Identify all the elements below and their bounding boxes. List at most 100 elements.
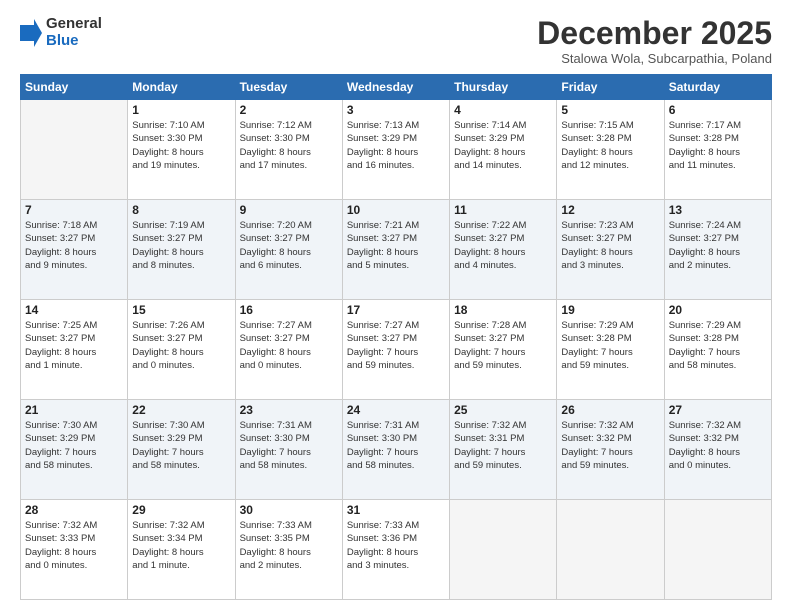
day-info: Sunrise: 7:27 AMSunset: 3:27 PMDaylight:… bbox=[240, 319, 338, 372]
calendar-cell: 23 Sunrise: 7:31 AMSunset: 3:30 PMDayligh… bbox=[235, 400, 342, 500]
day-info: Sunrise: 7:21 AMSunset: 3:27 PMDaylight:… bbox=[347, 219, 445, 272]
day-number: 17 bbox=[347, 303, 445, 317]
day-info: Sunrise: 7:10 AMSunset: 3:30 PMDaylight:… bbox=[132, 119, 230, 172]
day-number: 2 bbox=[240, 103, 338, 117]
calendar-cell: 17 Sunrise: 7:27 AMSunset: 3:27 PMDayligh… bbox=[342, 300, 449, 400]
day-info: Sunrise: 7:24 AMSunset: 3:27 PMDaylight:… bbox=[669, 219, 767, 272]
calendar-week-row-4: 28 Sunrise: 7:32 AMSunset: 3:33 PMDayligh… bbox=[21, 500, 772, 600]
location-subtitle: Stalowa Wola, Subcarpathia, Poland bbox=[537, 51, 772, 66]
calendar-cell: 27 Sunrise: 7:32 AMSunset: 3:32 PMDayligh… bbox=[664, 400, 771, 500]
calendar-week-row-2: 14Sunrise: 7:25 AMSunset: 3:27 PMDayligh… bbox=[21, 300, 772, 400]
calendar-cell: 18 Sunrise: 7:28 AMSunset: 3:27 PMDayligh… bbox=[450, 300, 557, 400]
day-info: Sunrise: 7:31 AMSunset: 3:30 PMDaylight:… bbox=[347, 419, 445, 472]
calendar-cell: 13 Sunrise: 7:24 AMSunset: 3:27 PMDayligh… bbox=[664, 200, 771, 300]
day-info: Sunrise: 7:32 AMSunset: 3:34 PMDaylight:… bbox=[132, 519, 230, 572]
day-info: Sunrise: 7:30 AMSunset: 3:29 PMDaylight:… bbox=[25, 419, 123, 472]
day-info: Sunrise: 7:32 AMSunset: 3:32 PMDaylight:… bbox=[561, 419, 659, 472]
calendar-cell bbox=[557, 500, 664, 600]
col-header-friday: Friday bbox=[557, 75, 664, 100]
calendar-cell: 5 Sunrise: 7:15 AMSunset: 3:28 PMDaylight… bbox=[557, 100, 664, 200]
day-info: Sunrise: 7:22 AMSunset: 3:27 PMDaylight:… bbox=[454, 219, 552, 272]
day-info: Sunrise: 7:23 AMSunset: 3:27 PMDaylight:… bbox=[561, 219, 659, 272]
day-info: Sunrise: 7:33 AMSunset: 3:36 PMDaylight:… bbox=[347, 519, 445, 572]
calendar-cell bbox=[21, 100, 128, 200]
page: General Blue December 2025 Stalowa Wola,… bbox=[0, 0, 792, 612]
day-info: Sunrise: 7:32 AMSunset: 3:32 PMDaylight:… bbox=[669, 419, 767, 472]
day-number: 5 bbox=[561, 103, 659, 117]
day-number: 16 bbox=[240, 303, 338, 317]
col-header-monday: Monday bbox=[128, 75, 235, 100]
day-info: Sunrise: 7:27 AMSunset: 3:27 PMDaylight:… bbox=[347, 319, 445, 372]
col-header-thursday: Thursday bbox=[450, 75, 557, 100]
calendar-cell: 22Sunrise: 7:30 AMSunset: 3:29 PMDayligh… bbox=[128, 400, 235, 500]
day-number: 1 bbox=[132, 103, 230, 117]
day-info: Sunrise: 7:20 AMSunset: 3:27 PMDaylight:… bbox=[240, 219, 338, 272]
calendar-cell bbox=[450, 500, 557, 600]
day-number: 25 bbox=[454, 403, 552, 417]
day-number: 11 bbox=[454, 203, 552, 217]
title-block: December 2025 Stalowa Wola, Subcarpathia… bbox=[537, 16, 772, 66]
day-info: Sunrise: 7:13 AMSunset: 3:29 PMDaylight:… bbox=[347, 119, 445, 172]
calendar-cell: 19 Sunrise: 7:29 AMSunset: 3:28 PMDayligh… bbox=[557, 300, 664, 400]
calendar-table: Sunday Monday Tuesday Wednesday Thursday… bbox=[20, 74, 772, 600]
day-number: 26 bbox=[561, 403, 659, 417]
col-header-sunday: Sunday bbox=[21, 75, 128, 100]
day-number: 15 bbox=[132, 303, 230, 317]
day-info: Sunrise: 7:14 AMSunset: 3:29 PMDaylight:… bbox=[454, 119, 552, 172]
calendar-cell: 25Sunrise: 7:32 AMSunset: 3:31 PMDayligh… bbox=[450, 400, 557, 500]
logo-text: General Blue bbox=[46, 16, 102, 49]
day-number: 24 bbox=[347, 403, 445, 417]
calendar-week-row-1: 7Sunrise: 7:18 AMSunset: 3:27 PMDaylight… bbox=[21, 200, 772, 300]
day-info: Sunrise: 7:33 AMSunset: 3:35 PMDaylight:… bbox=[240, 519, 338, 572]
day-number: 13 bbox=[669, 203, 767, 217]
calendar-cell: 29 Sunrise: 7:32 AMSunset: 3:34 PMDayligh… bbox=[128, 500, 235, 600]
calendar-week-row-3: 21 Sunrise: 7:30 AMSunset: 3:29 PMDayligh… bbox=[21, 400, 772, 500]
calendar-cell: 31Sunrise: 7:33 AMSunset: 3:36 PMDayligh… bbox=[342, 500, 449, 600]
month-title: December 2025 bbox=[537, 16, 772, 51]
day-info: Sunrise: 7:17 AMSunset: 3:28 PMDaylight:… bbox=[669, 119, 767, 172]
calendar-cell: 7Sunrise: 7:18 AMSunset: 3:27 PMDaylight… bbox=[21, 200, 128, 300]
day-number: 12 bbox=[561, 203, 659, 217]
calendar-cell: 28 Sunrise: 7:32 AMSunset: 3:33 PMDayligh… bbox=[21, 500, 128, 600]
day-info: Sunrise: 7:19 AMSunset: 3:27 PMDaylight:… bbox=[132, 219, 230, 272]
calendar-cell: 21 Sunrise: 7:30 AMSunset: 3:29 PMDayligh… bbox=[21, 400, 128, 500]
col-header-saturday: Saturday bbox=[664, 75, 771, 100]
day-number: 30 bbox=[240, 503, 338, 517]
day-info: Sunrise: 7:31 AMSunset: 3:30 PMDaylight:… bbox=[240, 419, 338, 472]
day-number: 19 bbox=[561, 303, 659, 317]
calendar-cell: 3 Sunrise: 7:13 AMSunset: 3:29 PMDaylight… bbox=[342, 100, 449, 200]
day-number: 8 bbox=[132, 203, 230, 217]
day-info: Sunrise: 7:28 AMSunset: 3:27 PMDaylight:… bbox=[454, 319, 552, 372]
day-info: Sunrise: 7:18 AMSunset: 3:27 PMDaylight:… bbox=[25, 219, 123, 272]
day-number: 28 bbox=[25, 503, 123, 517]
day-number: 23 bbox=[240, 403, 338, 417]
day-info: Sunrise: 7:15 AMSunset: 3:28 PMDaylight:… bbox=[561, 119, 659, 172]
calendar-cell: 2 Sunrise: 7:12 AMSunset: 3:30 PMDaylight… bbox=[235, 100, 342, 200]
day-number: 20 bbox=[669, 303, 767, 317]
calendar-cell: 30 Sunrise: 7:33 AMSunset: 3:35 PMDayligh… bbox=[235, 500, 342, 600]
day-info: Sunrise: 7:32 AMSunset: 3:33 PMDaylight:… bbox=[25, 519, 123, 572]
calendar-cell: 24 Sunrise: 7:31 AMSunset: 3:30 PMDayligh… bbox=[342, 400, 449, 500]
day-info: Sunrise: 7:29 AMSunset: 3:28 PMDaylight:… bbox=[669, 319, 767, 372]
calendar-cell bbox=[664, 500, 771, 600]
col-header-wednesday: Wednesday bbox=[342, 75, 449, 100]
calendar-cell: 9Sunrise: 7:20 AMSunset: 3:27 PMDaylight… bbox=[235, 200, 342, 300]
header: General Blue December 2025 Stalowa Wola,… bbox=[20, 16, 772, 66]
day-number: 29 bbox=[132, 503, 230, 517]
day-number: 18 bbox=[454, 303, 552, 317]
day-info: Sunrise: 7:29 AMSunset: 3:28 PMDaylight:… bbox=[561, 319, 659, 372]
logo-general-text: General bbox=[46, 16, 102, 33]
calendar-cell: 10Sunrise: 7:21 AMSunset: 3:27 PMDayligh… bbox=[342, 200, 449, 300]
day-number: 21 bbox=[25, 403, 123, 417]
calendar-cell: 20 Sunrise: 7:29 AMSunset: 3:28 PMDayligh… bbox=[664, 300, 771, 400]
day-number: 3 bbox=[347, 103, 445, 117]
logo-blue-text: Blue bbox=[46, 33, 102, 50]
calendar-cell: 1 Sunrise: 7:10 AMSunset: 3:30 PMDaylight… bbox=[128, 100, 235, 200]
day-number: 27 bbox=[669, 403, 767, 417]
day-number: 4 bbox=[454, 103, 552, 117]
day-info: Sunrise: 7:30 AMSunset: 3:29 PMDaylight:… bbox=[132, 419, 230, 472]
calendar-cell: 6Sunrise: 7:17 AMSunset: 3:28 PMDaylight… bbox=[664, 100, 771, 200]
calendar-cell: 4 Sunrise: 7:14 AMSunset: 3:29 PMDaylight… bbox=[450, 100, 557, 200]
day-info: Sunrise: 7:12 AMSunset: 3:30 PMDaylight:… bbox=[240, 119, 338, 172]
day-info: Sunrise: 7:25 AMSunset: 3:27 PMDaylight:… bbox=[25, 319, 123, 372]
